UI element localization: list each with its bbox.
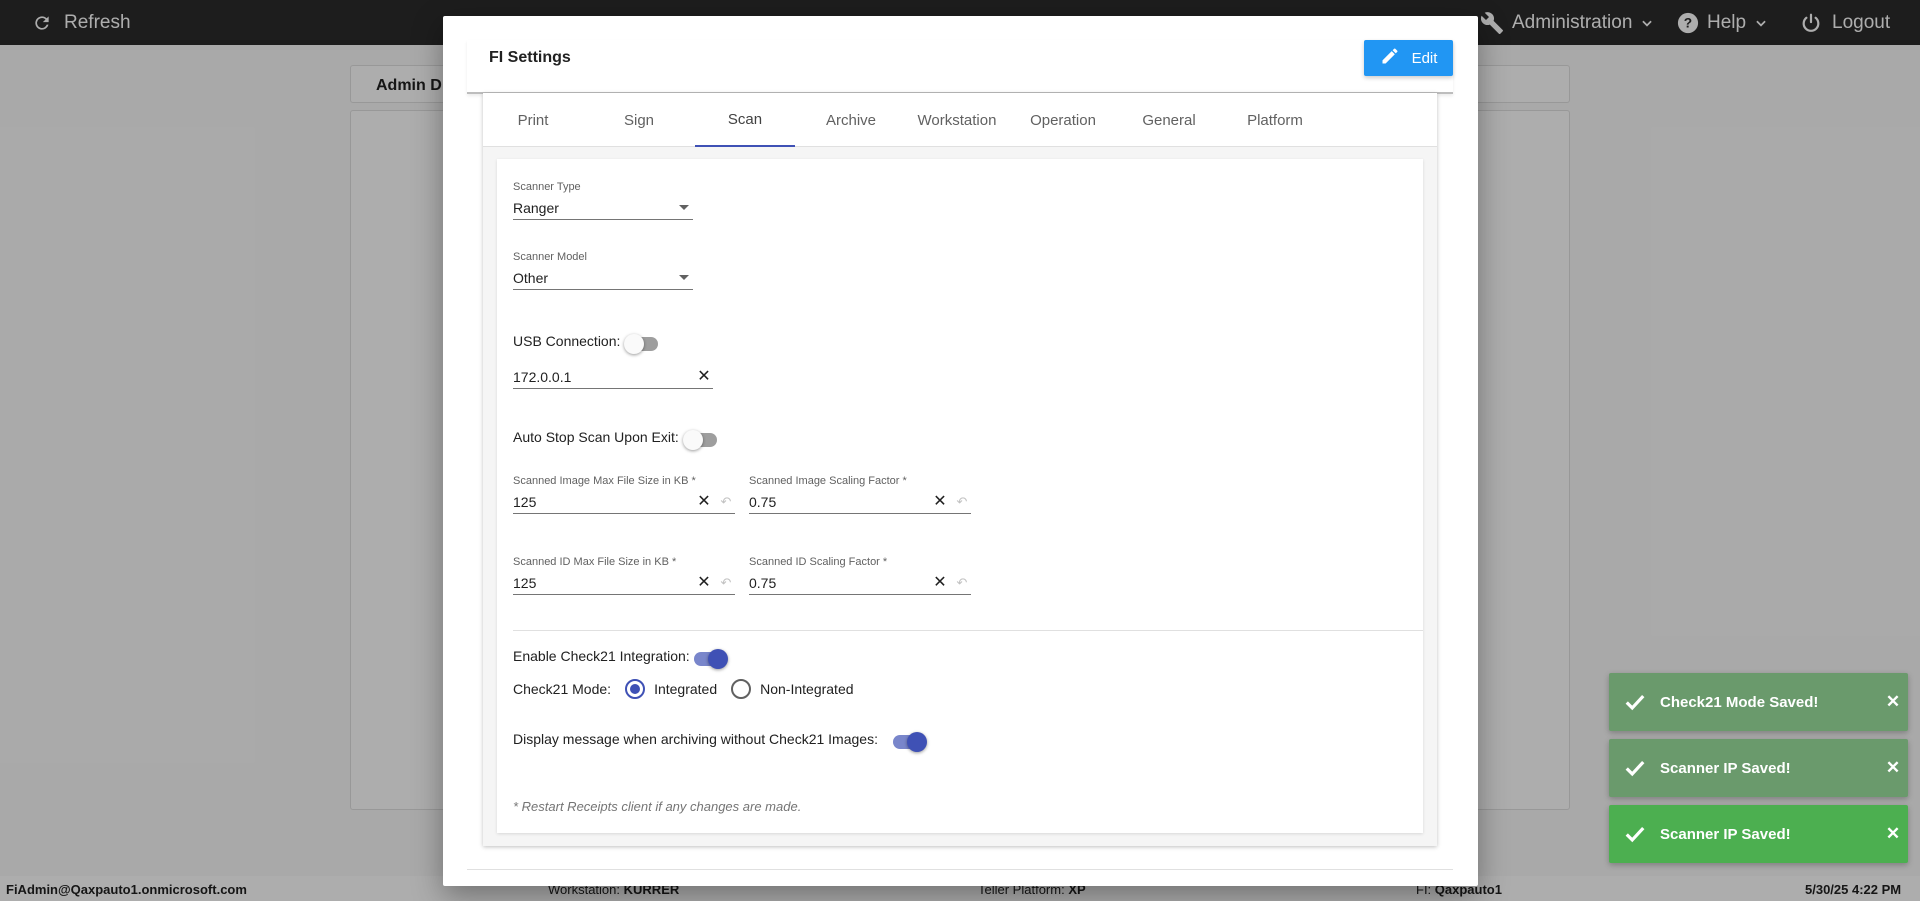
clear-icon[interactable]: ✕ [695,368,713,385]
image-scaling-label: Scanned Image Scaling Factor * [749,475,907,487]
close-icon[interactable]: ✕ [1878,824,1908,844]
radio-non-integrated[interactable]: Non-Integrated [731,679,854,699]
tab-general[interactable]: General [1119,93,1219,147]
tab-print[interactable]: Print [483,93,583,147]
scanner-type-field: Scanner Type Ranger [513,181,693,220]
auto-stop-toggle[interactable] [683,430,719,450]
id-max-size-input[interactable]: 125 ✕ ↶ [513,571,735,595]
pencil-icon [1380,46,1400,70]
toast-message: Check21 Mode Saved! [1660,693,1819,711]
toast-message: Scanner IP Saved! [1660,759,1791,777]
image-scaling-value: 0.75 [749,493,777,510]
toast-notification: Scanner IP Saved! ✕ [1609,805,1908,863]
undo-icon[interactable]: ↶ [953,494,971,510]
check21-integration-label: Enable Check21 Integration: [513,648,690,664]
edit-button[interactable]: Edit [1364,40,1453,76]
dialog-title: FI Settings [489,49,571,66]
dropdown-arrow-icon [679,275,689,280]
image-scaling-field: Scanned Image Scaling Factor * [749,475,907,490]
scan-settings-card: Scanner Type Ranger Scanner Model Other … [497,159,1423,833]
settings-tabs: Print Sign Scan Archive Workstation Oper… [483,93,1437,147]
clear-icon[interactable]: ✕ [931,493,949,510]
id-max-size-label: Scanned ID Max File Size in KB * [513,556,677,568]
scanner-type-value: Ranger [513,199,559,216]
fi-settings-dialog: FI Settings Edit Print Sign Scan Archive… [443,16,1478,886]
scanner-type-label: Scanner Type [513,181,581,193]
check21-mode-group: Check21 Mode: Integrated Non-Integrated [513,679,868,699]
scanner-type-select[interactable]: Ranger [513,196,693,220]
radio-non-integrated-label: Non-Integrated [760,681,854,697]
tab-platform[interactable]: Platform [1225,93,1325,147]
usb-connection-toggle[interactable] [624,334,660,354]
scanner-ip-value: 172.0.0.1 [513,368,572,385]
toast-message: Scanner IP Saved! [1660,825,1791,843]
tab-operation[interactable]: Operation [1013,93,1113,147]
clear-icon[interactable]: ✕ [695,574,713,591]
scanner-model-value: Other [513,269,549,286]
dialog-body: Print Sign Scan Archive Workstation Oper… [467,93,1453,870]
dialog-header: FI Settings Edit [467,40,1453,94]
id-scaling-input[interactable]: 0.75 ✕ ↶ [749,571,971,595]
id-max-size-value: 125 [513,574,537,591]
clear-icon[interactable]: ✕ [931,574,949,591]
scanner-model-label: Scanner Model [513,251,587,263]
tab-sign[interactable]: Sign [589,93,689,147]
display-message-label: Display message when archiving without C… [513,731,878,747]
scanner-model-select[interactable]: Other [513,266,693,290]
radio-unchecked-icon [731,679,752,699]
tab-workstation[interactable]: Workstation [907,93,1007,147]
tab-scan[interactable]: Scan [695,93,795,147]
section-divider [513,630,1423,631]
image-max-size-input[interactable]: 125 ✕ ↶ [513,490,735,514]
checkmark-icon [1624,757,1646,779]
image-max-size-label: Scanned Image Max File Size in KB * [513,475,696,487]
close-icon[interactable]: ✕ [1878,758,1908,778]
check21-integration-toggle[interactable] [692,649,728,669]
close-icon[interactable]: ✕ [1878,692,1908,712]
settings-tab-panel: Print Sign Scan Archive Workstation Oper… [483,93,1437,846]
auto-stop-label: Auto Stop Scan Upon Exit: [513,429,679,445]
toast-notification: Check21 Mode Saved! ✕ [1609,673,1908,731]
checkmark-icon [1624,823,1646,845]
radio-checked-icon [625,679,646,699]
clear-icon[interactable]: ✕ [695,493,713,510]
undo-icon[interactable]: ↶ [717,575,735,591]
undo-icon[interactable]: ↶ [717,494,735,510]
id-scaling-value: 0.75 [749,574,777,591]
image-max-size-value: 125 [513,493,537,510]
check21-mode-label: Check21 Mode: [513,681,612,697]
image-max-size-field: Scanned Image Max File Size in KB * [513,475,696,490]
restart-note: * Restart Receipts client if any changes… [513,799,802,814]
checkmark-icon [1624,691,1646,713]
scanner-ip-input[interactable]: 172.0.0.1 ✕ [513,365,713,389]
id-scaling-field: Scanned ID Scaling Factor * [749,556,887,571]
image-scaling-input[interactable]: 0.75 ✕ ↶ [749,490,971,514]
dropdown-arrow-icon [679,205,689,210]
toast-notification: Scanner IP Saved! ✕ [1609,739,1908,797]
scanner-model-field: Scanner Model Other [513,251,693,290]
tab-archive[interactable]: Archive [801,93,901,147]
undo-icon[interactable]: ↶ [953,575,971,591]
radio-integrated-label: Integrated [654,681,718,697]
id-max-size-field: Scanned ID Max File Size in KB * [513,556,676,571]
radio-integrated[interactable]: Integrated [625,679,717,699]
usb-connection-label: USB Connection: [513,333,621,349]
id-scaling-label: Scanned ID Scaling Factor * [749,556,888,568]
display-message-toggle[interactable] [891,732,927,752]
edit-button-label: Edit [1411,49,1438,67]
